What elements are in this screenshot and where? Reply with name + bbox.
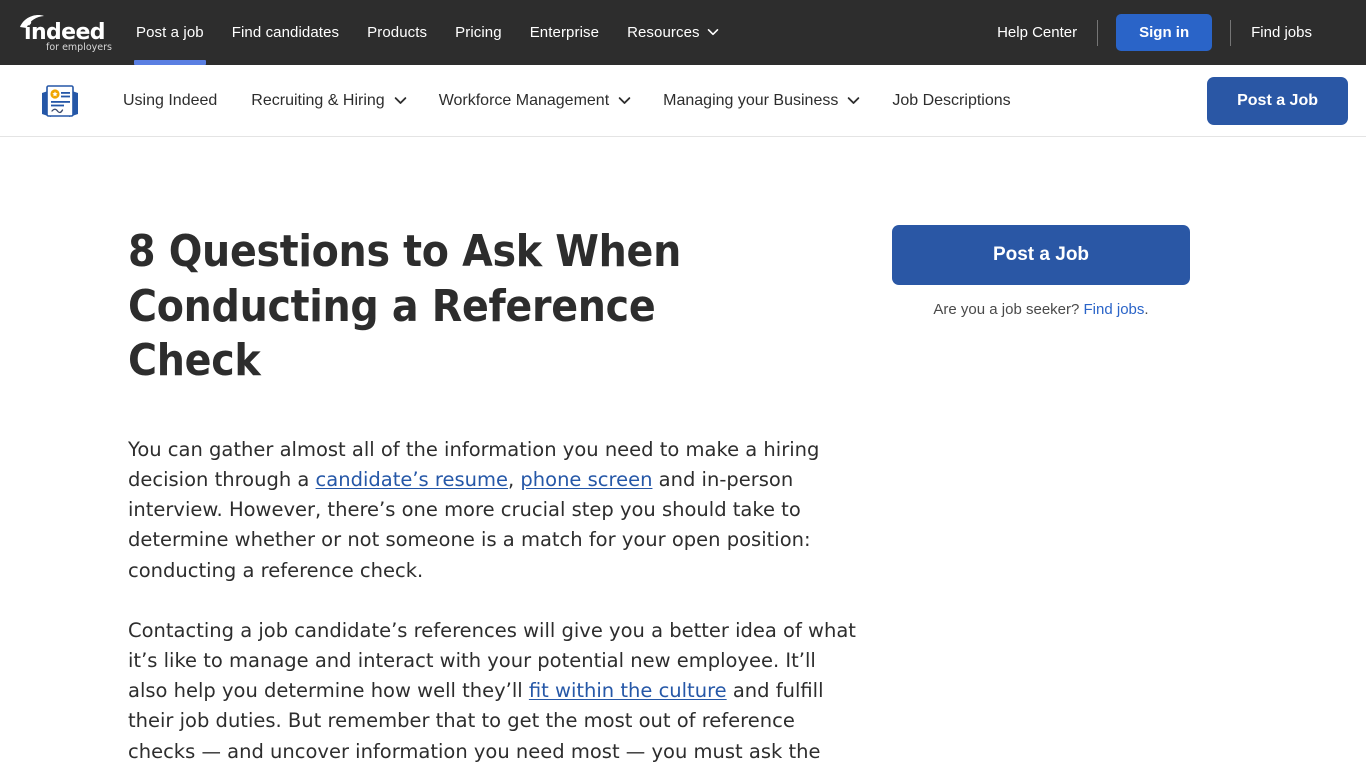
- rail-post-a-job-button[interactable]: Post a Job: [892, 225, 1190, 285]
- article-column: 8 Questions to Ask When Conducting a Ref…: [0, 137, 880, 768]
- chevron-down-icon: [707, 26, 718, 37]
- article-body: You can gather almost all of the informa…: [128, 435, 858, 768]
- subnav-item-label: Recruiting & Hiring: [251, 91, 385, 109]
- job-seeker-prompt: Are you a job seeker?: [933, 301, 1084, 318]
- subnav-item-job-descriptions[interactable]: Job Descriptions: [875, 92, 1027, 110]
- paragraph-1-text-part-2: ,: [508, 467, 521, 491]
- job-seeker-period: .: [1144, 301, 1149, 318]
- phone-screen-link[interactable]: phone screen: [520, 468, 652, 491]
- chevron-down-icon: [394, 94, 406, 105]
- top-navigation-bar: indeed for employers Post a job Find can…: [0, 0, 1366, 65]
- sidebar-rail: Post a Job Are you a job seeker? Find jo…: [880, 137, 1240, 768]
- page-body: 8 Questions to Ask When Conducting a Ref…: [0, 137, 1366, 768]
- chevron-down-icon: [847, 94, 860, 105]
- top-nav-actions: Help Center Sign in Find jobs: [977, 14, 1350, 51]
- subnav-item-workforce-management[interactable]: Workforce Management: [422, 92, 646, 110]
- sign-in-button[interactable]: Sign in: [1116, 14, 1213, 51]
- chevron-down-icon: [618, 94, 631, 105]
- topnav-item-enterprise[interactable]: Enterprise: [516, 0, 613, 65]
- help-center-link[interactable]: Help Center: [977, 24, 1097, 41]
- resume-document-icon[interactable]: [38, 81, 82, 121]
- topnav-item-pricing[interactable]: Pricing: [441, 0, 516, 65]
- topnav-item-label: Resources: [627, 24, 700, 41]
- topnav-item-label: Products: [367, 24, 428, 41]
- topnav-item-resources[interactable]: Resources: [613, 0, 732, 65]
- candidate-resume-link[interactable]: candidate’s resume: [316, 468, 508, 491]
- subnav-item-label: Workforce Management: [438, 91, 610, 109]
- topnav-item-label: Find candidates: [231, 24, 340, 41]
- top-nav-menu: Post a job Find candidates Products Pric…: [122, 0, 732, 65]
- find-jobs-link[interactable]: Find jobs: [1231, 24, 1332, 41]
- indeed-swoosh-logo: indeed for employers: [20, 14, 112, 53]
- topnav-item-find-candidates[interactable]: Find candidates: [218, 0, 353, 65]
- svg-text:for employers: for employers: [46, 42, 112, 53]
- rail-find-jobs-link[interactable]: Find jobs: [1084, 301, 1145, 318]
- indeed-employers-logo[interactable]: indeed for employers: [0, 0, 122, 65]
- subnav-item-recruiting-and-hiring[interactable]: Recruiting & Hiring: [234, 92, 421, 110]
- topnav-item-post-a-job[interactable]: Post a job: [122, 0, 218, 65]
- page-title: 8 Questions to Ask When Conducting a Ref…: [128, 226, 681, 387]
- nav-divider: [1097, 19, 1099, 46]
- article-paragraph-1: You can gather almost all of the informa…: [128, 435, 858, 586]
- secondary-nav-menu: Using Indeed Recruiting & Hiring Workfor…: [106, 92, 1028, 110]
- job-seeker-note: Are you a job seeker? Find jobs.: [892, 301, 1190, 318]
- topnav-item-label: Pricing: [455, 24, 502, 41]
- nav-divider: [1230, 19, 1232, 46]
- subnav-item-managing-your-business[interactable]: Managing your Business: [646, 92, 875, 110]
- subnav-item-label: Managing your Business: [663, 91, 839, 109]
- topnav-item-products[interactable]: Products: [353, 0, 441, 65]
- article-paragraph-2: Contacting a job candidate’s references …: [128, 616, 858, 768]
- secondary-navigation-bar: Using Indeed Recruiting & Hiring Workfor…: [0, 65, 1366, 137]
- subnav-item-label: Using Indeed: [123, 91, 218, 109]
- fit-within-the-culture-link[interactable]: fit within the culture: [529, 679, 727, 702]
- topnav-item-label: Post a job: [136, 24, 204, 41]
- topnav-item-label: Enterprise: [529, 24, 600, 41]
- subnav-item-using-indeed[interactable]: Using Indeed: [106, 92, 234, 110]
- subnav-item-label: Job Descriptions: [892, 91, 1011, 109]
- subnav-post-a-job-button[interactable]: Post a Job: [1207, 76, 1348, 125]
